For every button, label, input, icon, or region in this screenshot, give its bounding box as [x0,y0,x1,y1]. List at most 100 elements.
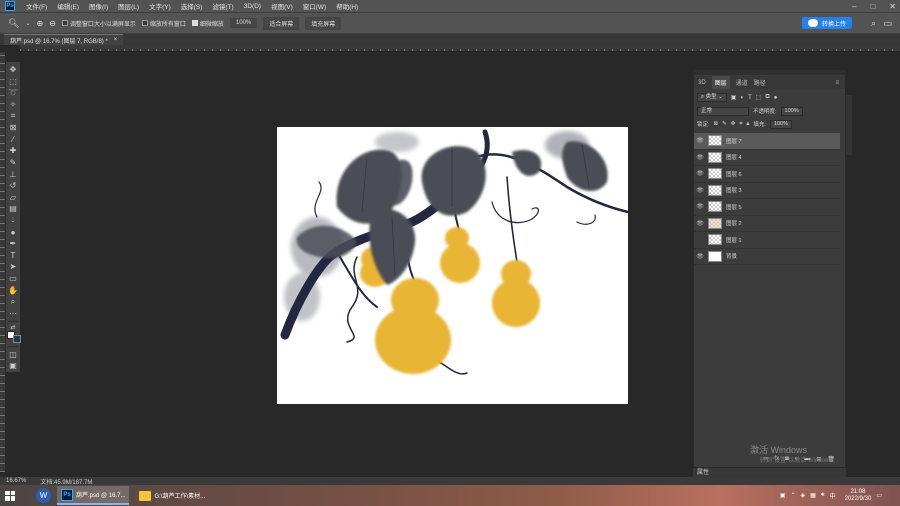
taskbar-explorer[interactable]: G:\葫芦工作\素材... [135,486,209,505]
fit-screen-button[interactable]: 适合屏幕 [263,16,300,30]
clock[interactable]: 21:08 2022/9/30 [845,489,872,503]
lock-all-icon[interactable]: 🔒︎ [746,121,749,128]
fill-screen-button[interactable]: 填充屏幕 [305,16,342,30]
tab-channels[interactable]: 通道 [736,78,748,87]
menu-view[interactable]: 视图(V) [266,1,298,11]
tab-paths[interactable]: 路径 [754,78,766,87]
zoom-tool-icon[interactable]: ⌕ [7,296,19,307]
brush-tool-icon[interactable]: ✎ [7,157,19,168]
more-tools-icon[interactable]: ⋯ [7,308,19,319]
layer-row[interactable]: 图层 1 [694,232,840,249]
swap-colors-icon[interactable]: ⇄ [7,324,19,331]
zoom-level[interactable]: 16.67% [6,478,26,484]
menu-edit[interactable]: 编辑(E) [52,1,84,11]
eye-icon[interactable]: 👁︎ [694,187,706,194]
document-tab[interactable]: 葫芦.psd @ 16.7% (图层 7, RGB/8) * × [4,34,124,45]
quick-mask-icon[interactable]: ◫ [7,349,19,360]
close-tab-icon[interactable]: × [114,37,118,43]
layer-row[interactable]: 👁︎ 图层 7 [694,133,840,150]
cloud-upload-button[interactable]: 转换上传 [801,17,852,29]
filter-shape-icon[interactable]: ⬚ [756,94,762,101]
rectangle-tool-icon[interactable]: ▭ [7,273,19,284]
filter-smart-icon[interactable]: ⧉ [765,94,769,101]
marquee-tool-icon[interactable]: ⬚ [7,76,19,87]
resize-windows-checkbox[interactable]: 调整窗口大小以满屏显示 [61,19,136,28]
tab-layers[interactable]: 图层 [711,76,730,89]
layer-row[interactable]: 👁︎ 图层 2 [694,216,840,232]
scrubby-zoom-checkbox[interactable]: 细微缩放 [191,19,224,28]
gradient-tool-icon[interactable]: ▤ [7,203,19,214]
app-circle-icon[interactable]: W [36,488,51,503]
dodge-tool-icon[interactable]: ● [7,227,19,238]
notification-icon[interactable]: ▭ [876,492,882,499]
filter-toggle-icon[interactable]: ● [774,95,778,101]
filter-type-icon[interactable]: T [748,95,752,101]
crop-tool-icon[interactable]: ⌗ [7,110,19,121]
maximize-icon[interactable]: □ [870,2,875,11]
move-tool-icon[interactable]: ✥ [7,64,19,75]
clone-stamp-icon[interactable]: ⊥ [7,168,19,179]
layer-row[interactable]: 👁︎ 图层 6 [694,166,840,183]
healing-brush-icon[interactable]: ✚ [7,145,19,156]
menu-file[interactable]: 文件(F) [21,1,52,11]
minimize-icon[interactable]: – [852,2,856,11]
lock-pixels-icon[interactable]: ⊠ [714,121,719,127]
opacity-input[interactable]: 100% [780,106,803,116]
volume-icon[interactable]: 🔊︎ [821,492,825,499]
layer-row[interactable]: 👁︎ 图层 5 [694,199,840,216]
filter-adjust-icon[interactable]: ◐ [740,95,744,101]
fill-input[interactable]: 100% [769,119,793,129]
eye-icon[interactable]: 👁︎ [694,203,706,210]
magic-wand-icon[interactable]: ✧ [7,99,19,110]
menu-type[interactable]: 文字(Y) [144,1,176,11]
layer-row[interactable]: 👁︎ 图层 3 [694,183,840,199]
lock-position-icon[interactable]: ✥ [731,121,736,127]
type-tool-icon[interactable]: T [7,250,19,261]
lock-paint-icon[interactable]: ✎ [722,121,727,127]
eye-icon[interactable]: 👁︎ [694,253,706,260]
layer-row[interactable]: 👁︎ 背景 [694,249,840,265]
eye-icon[interactable]: 👁︎ [694,137,706,144]
start-button[interactable] [0,485,20,506]
chevron-down-icon[interactable]: ⌄ [25,20,30,27]
zoom-in-icon[interactable]: ⊕ [36,19,43,28]
tab-3d[interactable]: 3D [698,80,706,86]
menu-help[interactable]: 帮助(H) [331,1,363,11]
chevron-up-icon[interactable]: ⌃ [791,492,796,499]
ime-icon[interactable]: 中 [830,491,836,500]
hand-tool-icon[interactable]: ✋ [7,285,19,296]
zoom-out-icon[interactable]: ⊖ [49,19,56,28]
screen-mode-icon[interactable]: ▣ [7,360,19,371]
blur-tool-icon[interactable]: 💧︎ [7,215,19,226]
lasso-tool-icon[interactable]: ➰ [7,87,19,98]
blend-mode-select[interactable]: 正常 [697,106,749,116]
eye-icon[interactable]: 👁︎ [694,154,706,161]
eye-icon[interactable]: 👁︎ [694,220,706,227]
background-color[interactable] [13,334,21,343]
search-icon[interactable]: ⌕ [871,18,876,29]
menu-layer[interactable]: 图层(L) [113,1,144,11]
document-canvas[interactable] [277,127,628,404]
pen-tool-icon[interactable]: ✒ [7,238,19,249]
panel-menu-icon[interactable]: ≡ [835,80,839,86]
color-swatches[interactable] [6,330,21,344]
history-brush-icon[interactable]: ↺ [7,180,19,191]
layer-filter-select[interactable]: ⌕ 类型 ⌄ [697,93,727,102]
close-icon[interactable]: ✕ [889,2,896,11]
tray-app-icon[interactable]: ▣ [780,492,786,499]
menu-select[interactable]: 选择(S) [176,1,208,11]
menu-3d[interactable]: 3D(D) [239,3,266,10]
network-icon[interactable]: ▦ [810,492,816,499]
eyedropper-icon[interactable]: ⁄ [7,134,19,145]
filter-pixel-icon[interactable]: ▣ [731,94,737,101]
workspace-icon[interactable]: ▭ [883,18,892,29]
layer-row[interactable]: 👁︎ 图层 4 [694,150,840,166]
panel-scrollbar[interactable] [846,95,852,155]
menu-filter[interactable]: 滤镜(T) [207,1,238,11]
zoom-100-button[interactable]: 100% [229,18,258,28]
menu-image[interactable]: 图像(I) [84,1,113,11]
taskbar-photoshop[interactable]: Ps 葫芦.psd @ 16.7... [57,486,130,505]
menu-window[interactable]: 窗口(W) [298,1,331,11]
eraser-icon[interactable]: ▱ [7,192,19,203]
eye-icon[interactable]: 👁︎ [694,170,706,177]
